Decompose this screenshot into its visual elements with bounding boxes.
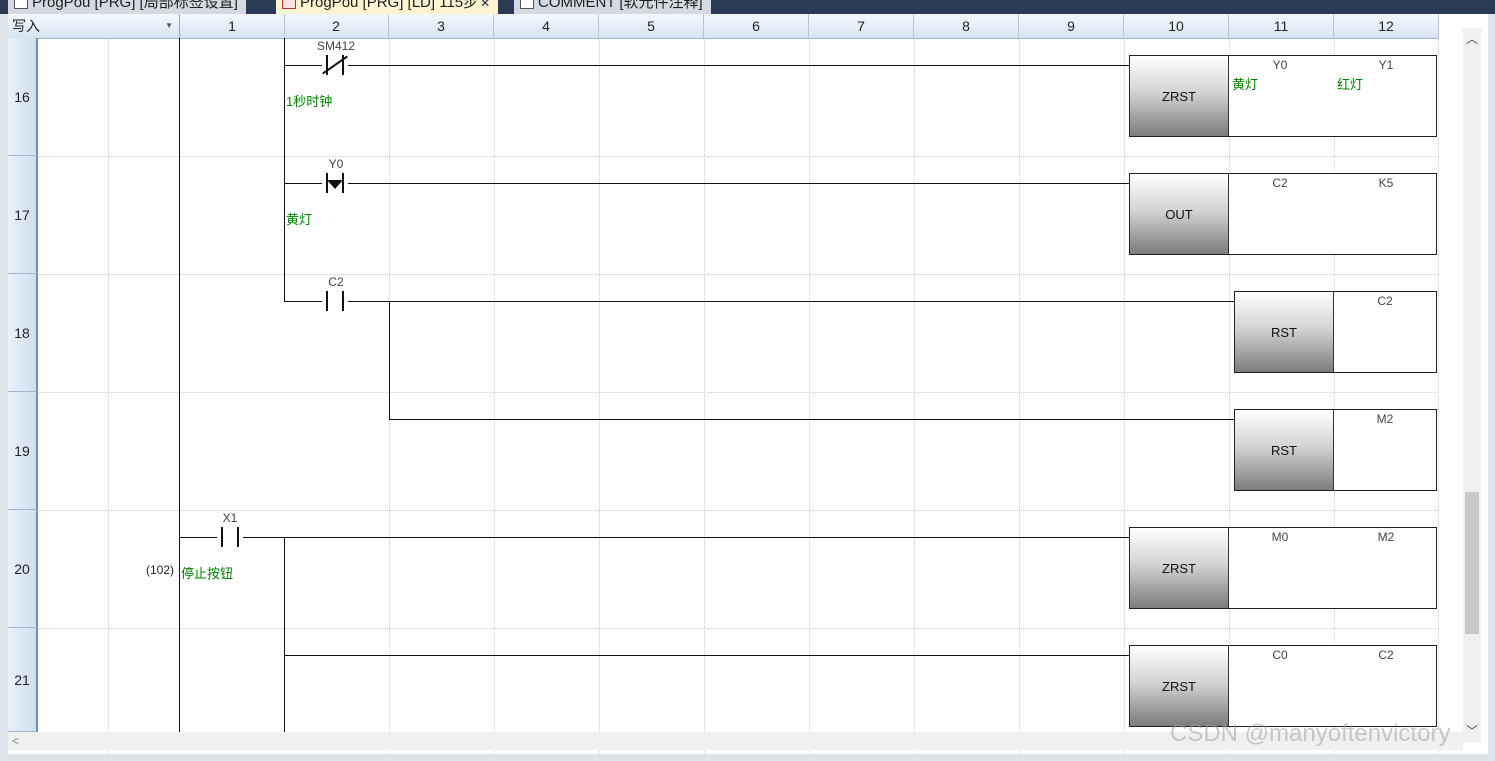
operand-label: C0: [1272, 648, 1288, 662]
column-header-cell: 6: [704, 14, 809, 38]
instruction-name: RST: [1235, 410, 1334, 490]
instruction-block[interactable]: ZRST Y0 Y1 黄灯 红灯: [1129, 55, 1437, 137]
operand-label: Y1: [1378, 58, 1394, 72]
ladder-icon: [282, 0, 296, 10]
tab-ladder-program[interactable]: ProgPou [PRG] [LD] 115步 ✕: [276, 0, 499, 14]
operand-label: C2: [1377, 294, 1393, 308]
row-number[interactable]: 17: [8, 156, 38, 274]
mode-value: 写入: [12, 18, 40, 34]
column-header-cell: 1: [180, 14, 285, 38]
instruction-block[interactable]: RST C2: [1234, 291, 1437, 373]
ladder-editor[interactable]: 写入 ▼ 1 2 3 4 5 6 7 8 9 10 11 12 16 17 18 …: [8, 14, 1488, 754]
instruction-block[interactable]: OUT C2 K5: [1129, 173, 1437, 255]
operand-label: M0: [1271, 530, 1289, 544]
operand-label: C2: [1272, 176, 1288, 190]
instruction-block[interactable]: ZRST M0 M2: [1129, 527, 1437, 609]
left-power-rail: [179, 38, 180, 732]
operand-label: M2: [1376, 412, 1394, 426]
contact-comment: 1秒时钟: [286, 94, 333, 109]
row-number[interactable]: 20: [8, 510, 38, 628]
document-tab-bar: ProgPou [PRG] [局部标签设置] ProgPou [PRG] [LD…: [0, 0, 1495, 14]
falling-edge-contact[interactable]: [322, 173, 348, 193]
contact-device-label: Y0: [328, 157, 344, 171]
contact-comment: 停止按钮: [181, 566, 234, 581]
step-number: (102): [146, 563, 175, 577]
instruction-name: ZRST: [1130, 528, 1229, 608]
branch-wire: [284, 38, 285, 301]
column-header-cell: 12: [1334, 14, 1439, 38]
chevron-down-icon[interactable]: ▼: [165, 14, 173, 38]
column-header-cell: 10: [1124, 14, 1229, 38]
column-header-cell: 8: [914, 14, 1019, 38]
contact-comment: 黄灯: [286, 212, 313, 227]
scroll-thumb[interactable]: [1465, 492, 1479, 634]
watermark: CSDN @manyoftenvictory: [1170, 720, 1451, 747]
contact-device-label: C2: [328, 275, 344, 289]
column-header-cell: 2: [284, 14, 389, 38]
operand-label: Y0: [1272, 58, 1288, 72]
operand-comment: 红灯: [1337, 77, 1364, 92]
no-contact[interactable]: [322, 291, 348, 311]
nc-contact[interactable]: [322, 55, 348, 75]
row-number[interactable]: 21: [8, 628, 38, 732]
operand-label: M2: [1377, 530, 1395, 544]
tab-label: ProgPou [PRG] [LD] 115步: [300, 0, 479, 11]
column-header-cell: 9: [1019, 14, 1124, 38]
row-number[interactable]: 18: [8, 274, 38, 392]
row-number[interactable]: 19: [8, 392, 38, 510]
column-header-cell: 4: [494, 14, 599, 38]
operand-comment: 黄灯: [1232, 77, 1259, 92]
comment-icon: [520, 0, 534, 10]
row-number[interactable]: 16: [8, 38, 38, 156]
operand-label: C2: [1378, 648, 1394, 662]
chevron-left-icon[interactable]: <: [12, 732, 19, 750]
column-header-cell: 11: [1229, 14, 1334, 38]
instruction-block[interactable]: RST M2: [1234, 409, 1437, 491]
tab-device-comment[interactable]: COMMENT [软元件注释]: [514, 0, 711, 14]
instruction-name: ZRST: [1130, 646, 1229, 726]
instruction-name: RST: [1235, 292, 1334, 372]
table-icon: [14, 0, 28, 10]
branch-wire: [284, 537, 285, 732]
tab-label: ProgPou [PRG] [局部标签设置]: [32, 0, 238, 11]
tab-label: COMMENT [软元件注释]: [538, 0, 703, 11]
chevron-down-icon[interactable]: ﹀: [1463, 722, 1481, 740]
tab-local-label-settings[interactable]: ProgPou [PRG] [局部标签设置]: [8, 0, 246, 14]
mode-select[interactable]: 写入 ▼: [8, 14, 180, 38]
contact-device-label: X1: [222, 511, 238, 525]
column-header-cell: 3: [389, 14, 494, 38]
no-contact[interactable]: [217, 527, 243, 547]
column-header-cell: 7: [809, 14, 914, 38]
chevron-up-icon[interactable]: ︿: [1463, 30, 1481, 48]
close-icon[interactable]: ✕: [480, 0, 490, 10]
instruction-block[interactable]: ZRST C0 C2: [1129, 645, 1437, 727]
vertical-scrollbar[interactable]: ︿ ﹀: [1463, 28, 1481, 742]
contact-device-label: SM412: [316, 39, 356, 53]
column-header-cell: 5: [599, 14, 704, 38]
instruction-name: ZRST: [1130, 56, 1229, 136]
column-header: 写入 ▼ 1 2 3 4 5 6 7 8 9 10 11 12: [8, 14, 1439, 39]
instruction-name: OUT: [1130, 174, 1229, 254]
operand-label: K5: [1378, 176, 1394, 190]
